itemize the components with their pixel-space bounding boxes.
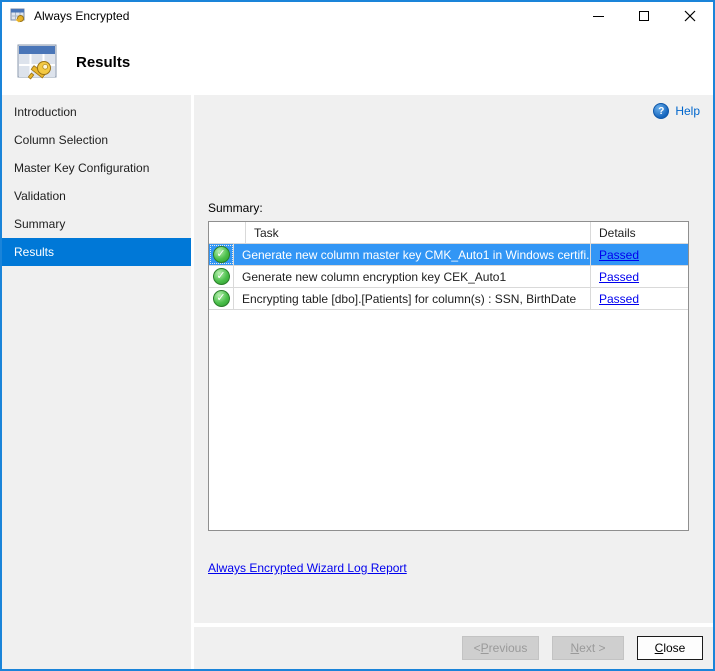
task-cell: Encrypting table [dbo].[Patients] for co… xyxy=(234,288,591,309)
results-page: ? Help Summary: Task Details ✓ Generate … xyxy=(194,95,713,623)
success-icon: ✓ xyxy=(212,246,230,263)
maximize-button[interactable] xyxy=(621,2,667,30)
table-row[interactable]: ✓ Generate new column encryption key CEK… xyxy=(209,266,688,288)
sidebar-item-summary[interactable]: Summary xyxy=(2,210,191,238)
help-link[interactable]: ? Help xyxy=(653,103,700,119)
close-window-button[interactable] xyxy=(667,2,713,30)
details-column-header: Details xyxy=(599,225,636,240)
sidebar-item-results[interactable]: Results xyxy=(2,238,191,266)
task-cell: Generate new column encryption key CEK_A… xyxy=(234,266,591,287)
sidebar-item-introduction[interactable]: Introduction xyxy=(2,98,191,126)
sidebar-item-column-selection[interactable]: Column Selection xyxy=(2,126,191,154)
minimize-button[interactable] xyxy=(575,2,621,30)
titlebar: Always Encrypted xyxy=(2,2,713,30)
wizard-header: Results xyxy=(2,30,713,95)
results-table: Task Details ✓ Generate new column maste… xyxy=(208,221,689,531)
success-icon: ✓ xyxy=(212,290,230,307)
task-column-header: Task xyxy=(246,222,591,243)
maximize-icon xyxy=(639,11,649,21)
footer-bar: < Previous Next > Close xyxy=(194,623,713,669)
wizard-window: Always Encrypted Results Introduction Co… xyxy=(0,0,715,671)
app-icon xyxy=(10,8,25,23)
close-icon xyxy=(684,10,696,22)
status-column-header xyxy=(221,222,246,243)
table-row[interactable]: ✓ Generate new column master key CMK_Aut… xyxy=(209,244,688,266)
table-row[interactable]: ✓ Encrypting table [dbo].[Patients] for … xyxy=(209,288,688,310)
page-title: Results xyxy=(76,54,131,71)
task-cell: Generate new column master key CMK_Auto1… xyxy=(234,244,591,265)
help-icon: ? xyxy=(653,103,670,119)
passed-link[interactable]: Passed xyxy=(599,292,639,306)
sidebar-item-master-key-configuration[interactable]: Master Key Configuration xyxy=(2,154,191,182)
window-title: Always Encrypted xyxy=(34,9,130,23)
close-button[interactable]: Close xyxy=(637,636,703,660)
help-label: Help xyxy=(675,104,700,118)
summary-label: Summary: xyxy=(208,201,263,215)
previous-button[interactable]: < Previous xyxy=(462,636,539,660)
passed-link[interactable]: Passed xyxy=(599,270,639,284)
passed-link[interactable]: Passed xyxy=(599,248,639,262)
window-controls xyxy=(575,2,713,30)
table-header-row: Task Details xyxy=(209,222,688,244)
wizard-log-report-link[interactable]: Always Encrypted Wizard Log Report xyxy=(208,561,407,575)
minimize-icon xyxy=(592,15,604,17)
success-icon: ✓ xyxy=(212,268,230,285)
table-key-icon xyxy=(17,44,57,79)
wizard-steps-sidebar: Introduction Column Selection Master Key… xyxy=(2,95,194,669)
sidebar-item-validation[interactable]: Validation xyxy=(2,182,191,210)
next-button[interactable]: Next > xyxy=(552,636,624,660)
